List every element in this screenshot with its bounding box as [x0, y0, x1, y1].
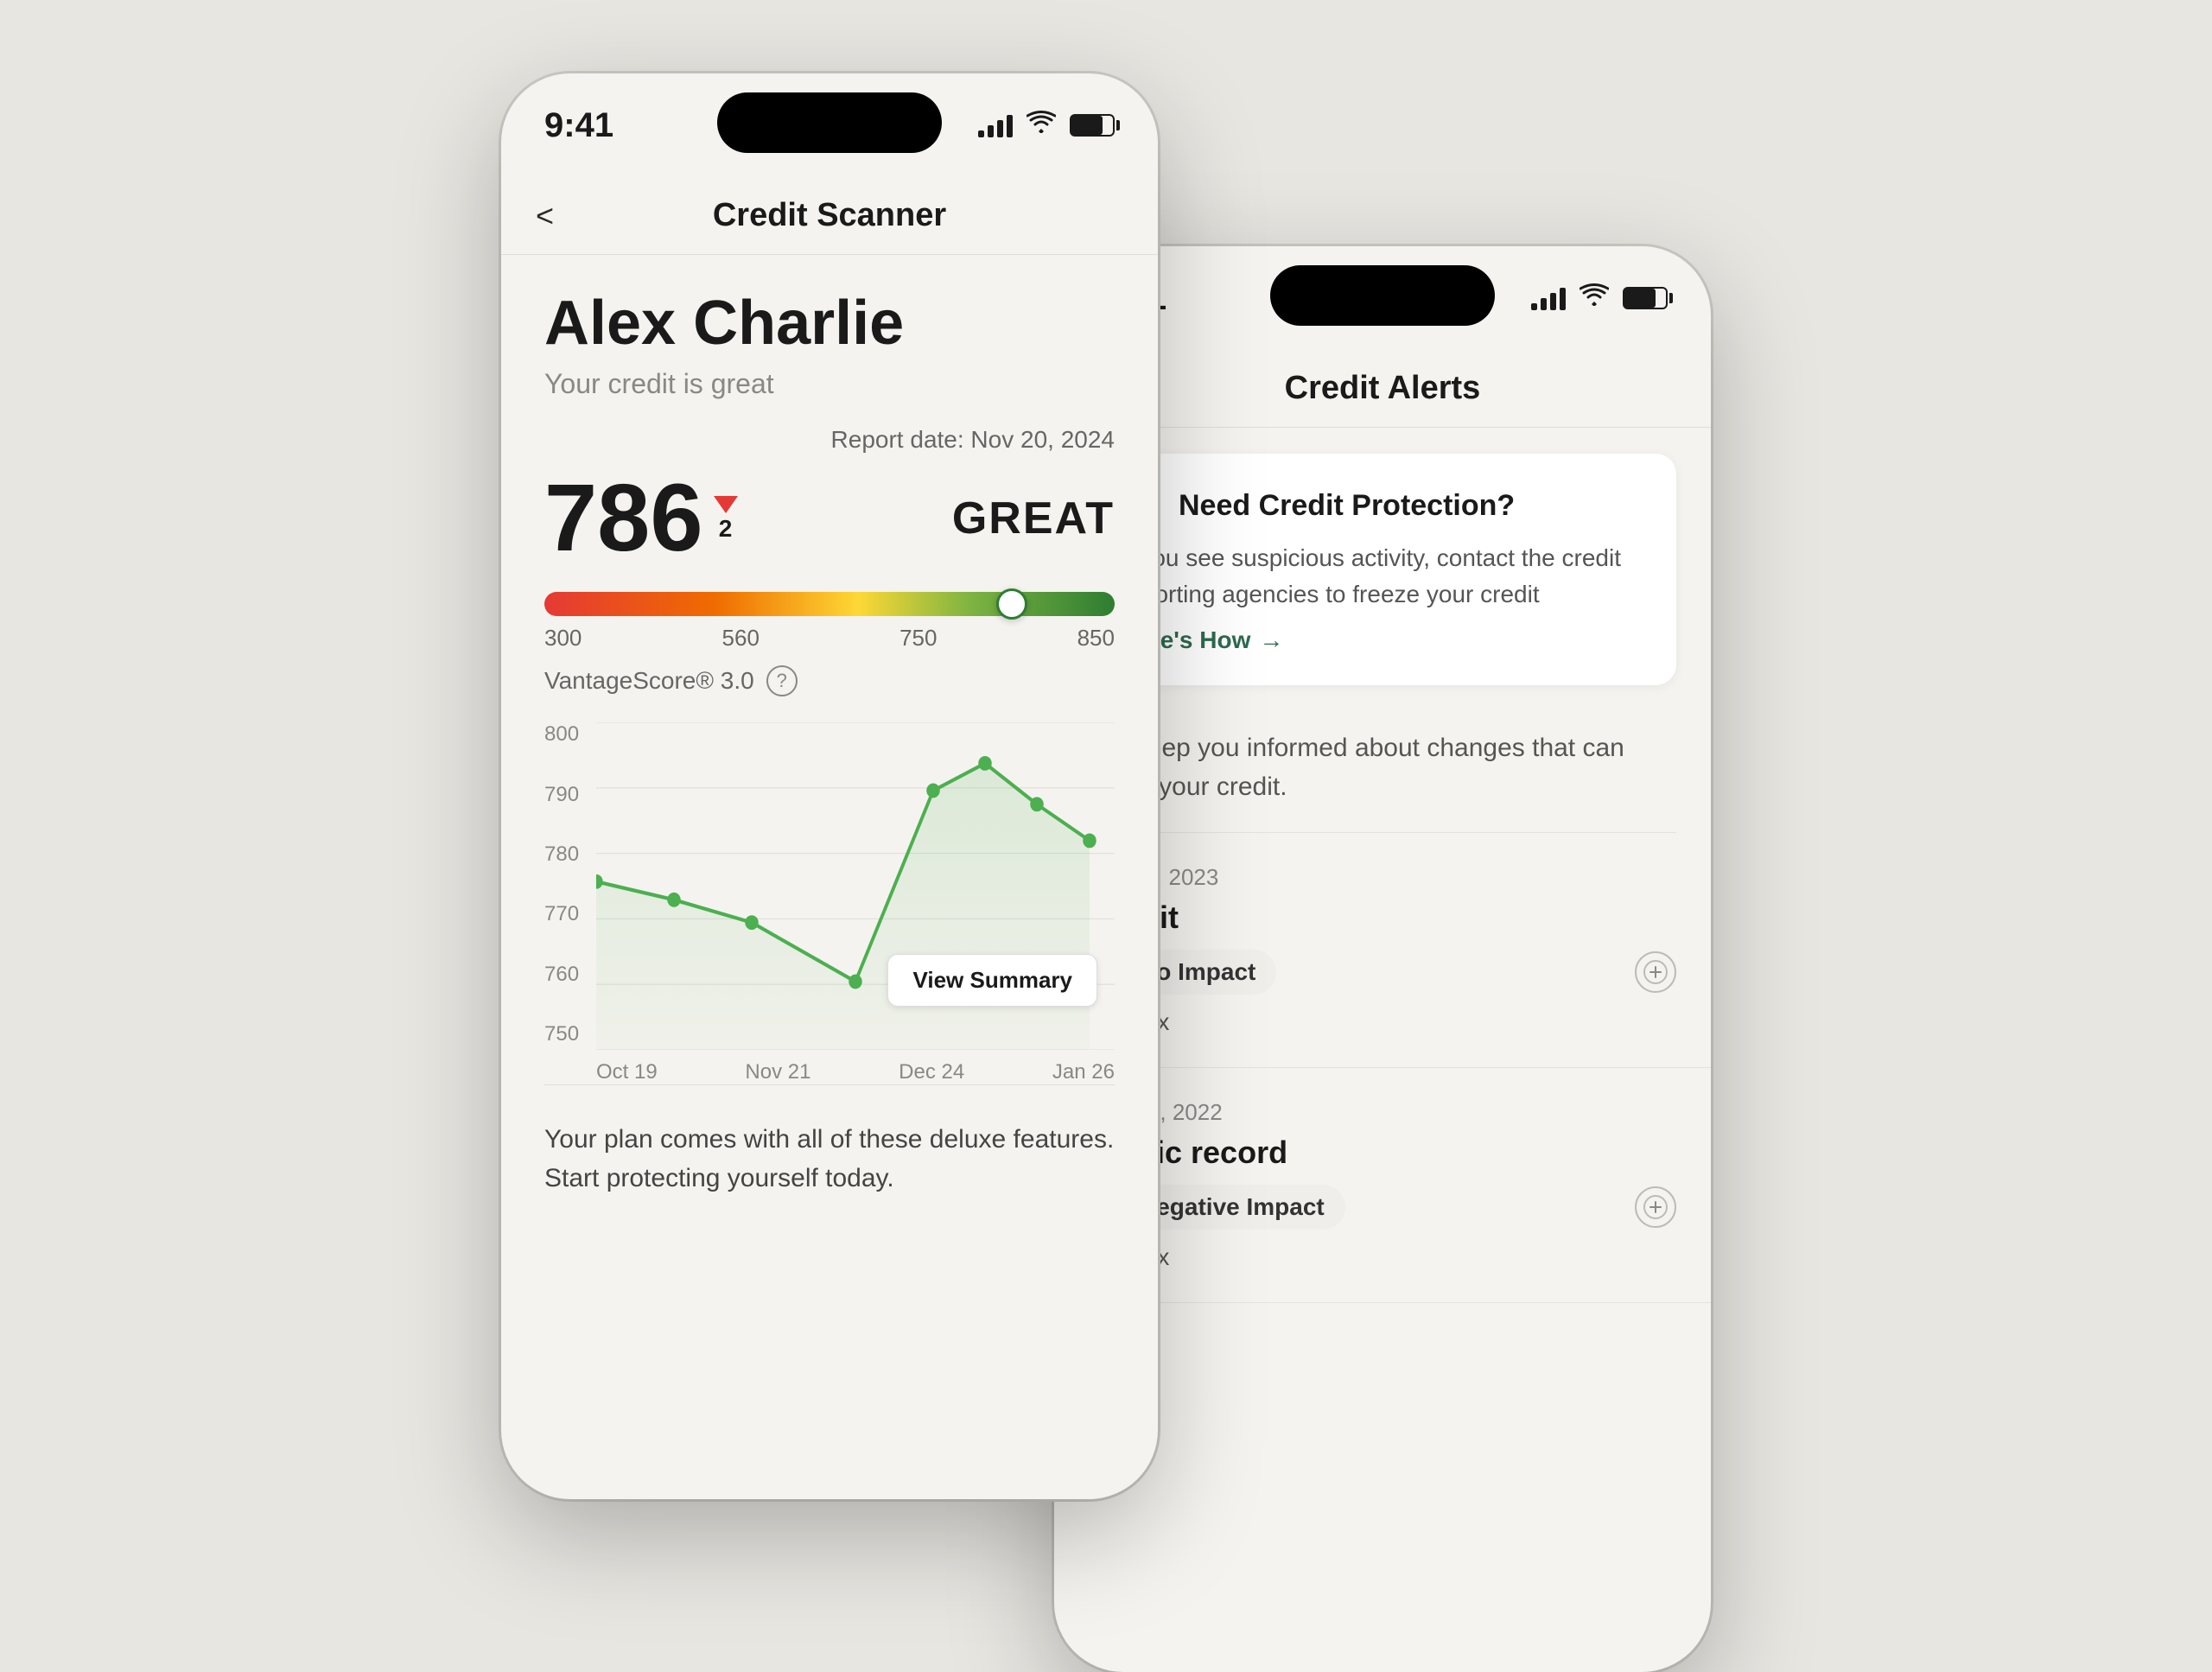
vantage-score-text: VantageScore® 3.0 [544, 667, 754, 695]
x-label-nov21: Nov 21 [745, 1060, 810, 1084]
y-label-760: 760 [544, 963, 579, 987]
back-button[interactable]: < [536, 198, 554, 234]
score-bar-container: 300 560 750 850 [544, 592, 1115, 652]
alert-impact-row-2: Negative Impact [1089, 1185, 1676, 1230]
nav-bar-left: < Credit Scanner [501, 177, 1158, 255]
vantage-info-button[interactable]: ? [766, 665, 798, 696]
phone-content-left: Alex Charlie Your credit is great Report… [501, 255, 1158, 1232]
dynamic-island-left [717, 92, 942, 153]
score-arrow-down [714, 496, 738, 513]
signal-bar-2 [988, 125, 994, 137]
alert-source-2: Equifax [1089, 1243, 1676, 1271]
page-title-left: Credit Scanner [713, 197, 946, 234]
signal-bar-r4 [1560, 288, 1566, 310]
wifi-icon-left [1027, 111, 1056, 140]
protection-card: Need Credit Protection? If you see suspi… [1089, 454, 1676, 685]
battery-fill-right [1624, 289, 1656, 308]
y-label-800: 800 [544, 722, 579, 747]
y-label-770: 770 [544, 902, 579, 926]
heres-how-arrow: → [1259, 626, 1283, 654]
bottom-text: Your plan comes with all of these deluxe… [544, 1120, 1115, 1198]
report-date: Report date: Nov 20, 2024 [544, 426, 1115, 454]
wifi-icon-right [1580, 283, 1609, 313]
protection-card-title: Need Credit Protection? [1179, 489, 1515, 523]
y-label-750: 750 [544, 1022, 579, 1046]
vantage-score: VantageScore® 3.0 ? [544, 665, 1115, 696]
alert-date-2: Nov 28, 2022 [1089, 1099, 1676, 1126]
score-delta: 2 [719, 517, 733, 541]
score-min-label: 300 [544, 625, 582, 652]
score-display: 786 2 [544, 471, 738, 566]
score-value: 786 [544, 471, 703, 566]
battery-icon-right [1623, 287, 1668, 309]
score-bar-labels: 300 560 750 850 [544, 625, 1115, 652]
score-max-label: 850 [1077, 625, 1115, 652]
score-change: 2 [714, 496, 738, 541]
x-label-oct19: Oct 19 [596, 1060, 658, 1084]
y-label-790: 790 [544, 783, 579, 807]
expand-button-1[interactable] [1635, 951, 1676, 993]
y-label-780: 780 [544, 842, 579, 867]
impact-label-2: Negative Impact [1139, 1193, 1325, 1221]
alert-source-1: Equifax [1089, 1008, 1676, 1036]
heres-how-link[interactable]: Here's How → [1120, 626, 1645, 654]
chart-y-labels: 800 790 780 770 760 750 [544, 722, 579, 1050]
battery-icon-left [1070, 114, 1115, 137]
credit-status-text: Your credit is great [544, 368, 1115, 400]
alert-date-1: Jan 28, 2023 [1089, 864, 1676, 891]
signal-bar-r3 [1550, 293, 1556, 310]
user-name: Alex Charlie [544, 289, 1115, 358]
signal-bars-right [1531, 286, 1566, 310]
chart-area: View Summary [596, 722, 1115, 1050]
score-label: GREAT [952, 493, 1115, 544]
status-time-left: 9:41 [544, 106, 613, 145]
protection-card-desc: If you see suspicious activity, contact … [1120, 540, 1645, 613]
status-icons-right [1531, 283, 1668, 313]
score-bar [544, 592, 1115, 616]
chart-x-labels: Oct 19 Nov 21 Dec 24 Jan 26 [596, 1060, 1115, 1084]
chart-container: 800 790 780 770 760 750 [544, 722, 1115, 1085]
score-good-label: 750 [899, 625, 937, 652]
dynamic-island-right [1270, 265, 1495, 326]
signal-bar-4 [1007, 115, 1013, 137]
x-label-jan26: Jan 26 [1052, 1060, 1115, 1084]
signal-bars-left [978, 113, 1013, 137]
view-summary-button[interactable]: View Summary [887, 954, 1097, 1007]
signal-bar-1 [978, 130, 984, 137]
phone-left: 9:41 [501, 73, 1158, 1499]
alert-type-2: Public record [1089, 1135, 1676, 1171]
alert-impact-row-1: No Impact [1089, 950, 1676, 995]
x-label-dec24: Dec 24 [899, 1060, 964, 1084]
phones-container: 9:41 [501, 73, 1711, 1586]
battery-fill-left [1071, 116, 1103, 135]
score-fair-label: 560 [722, 625, 760, 652]
protection-card-header: Need Credit Protection? [1120, 485, 1645, 526]
signal-bar-3 [997, 120, 1003, 137]
status-icons-left [978, 111, 1115, 140]
expand-button-2[interactable] [1635, 1186, 1676, 1228]
page-title-right: Credit Alerts [1285, 370, 1481, 407]
alert-type-1: Credit [1089, 900, 1676, 936]
signal-bar-r2 [1541, 298, 1547, 310]
score-indicator [996, 588, 1027, 620]
signal-bar-r1 [1531, 303, 1537, 310]
score-row: 786 2 GREAT [544, 471, 1115, 566]
